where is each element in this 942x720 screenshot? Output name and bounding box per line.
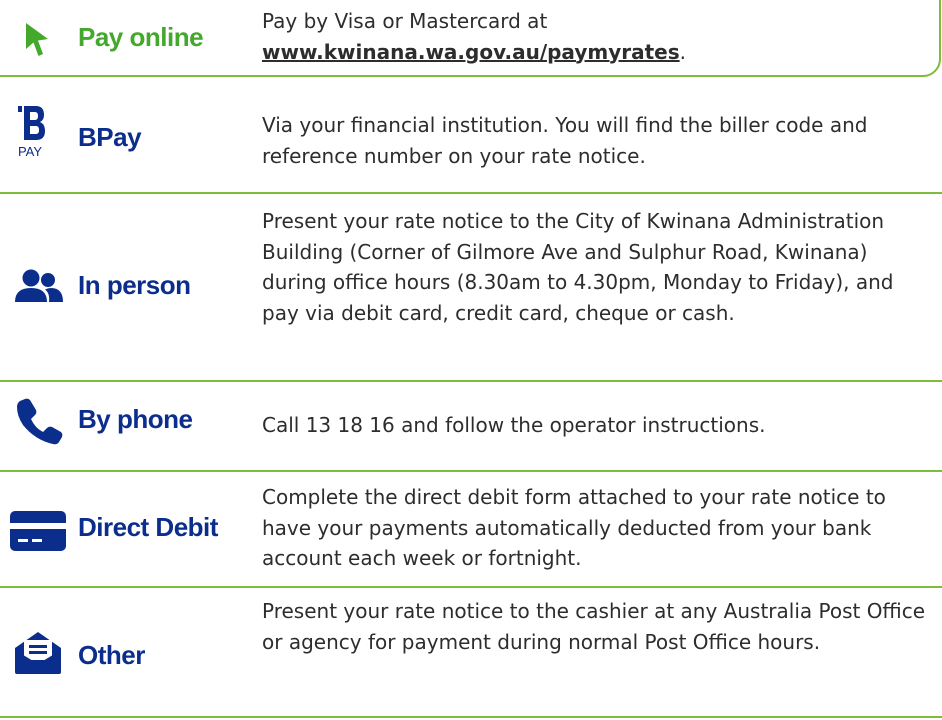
other-label: Other bbox=[78, 640, 145, 670]
payment-row-bpay: PAY BPay Via your financial institution.… bbox=[0, 88, 942, 192]
paymyrates-link[interactable]: www.kwinana.wa.gov.au/paymyrates bbox=[262, 40, 680, 64]
payment-row-in-person: In person Present your rate notice to th… bbox=[0, 194, 942, 380]
payment-options-list: Pay online Pay by Visa or Mastercard at … bbox=[0, 0, 942, 720]
bpay-logo-text: PAY bbox=[18, 144, 42, 159]
by-phone-description: Call 13 18 16 and follow the operator in… bbox=[262, 413, 766, 437]
pay-online-desc-text: Pay by Visa or Mastercard at bbox=[262, 9, 548, 33]
in-person-description: Present your rate notice to the City of … bbox=[262, 209, 894, 325]
pay-online-link-suffix: . bbox=[679, 39, 686, 64]
cursor-arrow-icon bbox=[22, 20, 52, 58]
payment-row-by-phone: By phone Call 13 18 16 and follow the op… bbox=[0, 382, 942, 470]
credit-card-icon bbox=[10, 508, 66, 554]
payment-row-direct-debit: Direct Debit Complete the direct debit f… bbox=[0, 472, 942, 586]
people-icon bbox=[14, 268, 64, 304]
in-person-label: In person bbox=[78, 270, 191, 300]
by-phone-label: By phone bbox=[78, 404, 193, 434]
phone-icon bbox=[14, 396, 64, 446]
other-description: Present your rate notice to the cashier … bbox=[262, 599, 926, 654]
bpay-label: BPay bbox=[78, 122, 142, 152]
row-divider bbox=[0, 716, 942, 718]
pay-online-label: Pay online bbox=[78, 22, 204, 52]
direct-debit-label: Direct Debit bbox=[78, 512, 218, 542]
payment-row-other: Other Present your rate notice to the ca… bbox=[0, 588, 942, 714]
bpay-description: Via your financial institution. You will… bbox=[262, 113, 868, 168]
direct-debit-description: Complete the direct debit form attached … bbox=[262, 485, 886, 570]
bpay-logo-icon: PAY bbox=[16, 98, 46, 174]
payment-row-online: Pay online Pay by Visa or Mastercard at … bbox=[0, 0, 942, 77]
pay-online-description: Pay by Visa or Mastercard at www.kwinana… bbox=[262, 6, 934, 67]
envelope-icon bbox=[12, 630, 64, 676]
